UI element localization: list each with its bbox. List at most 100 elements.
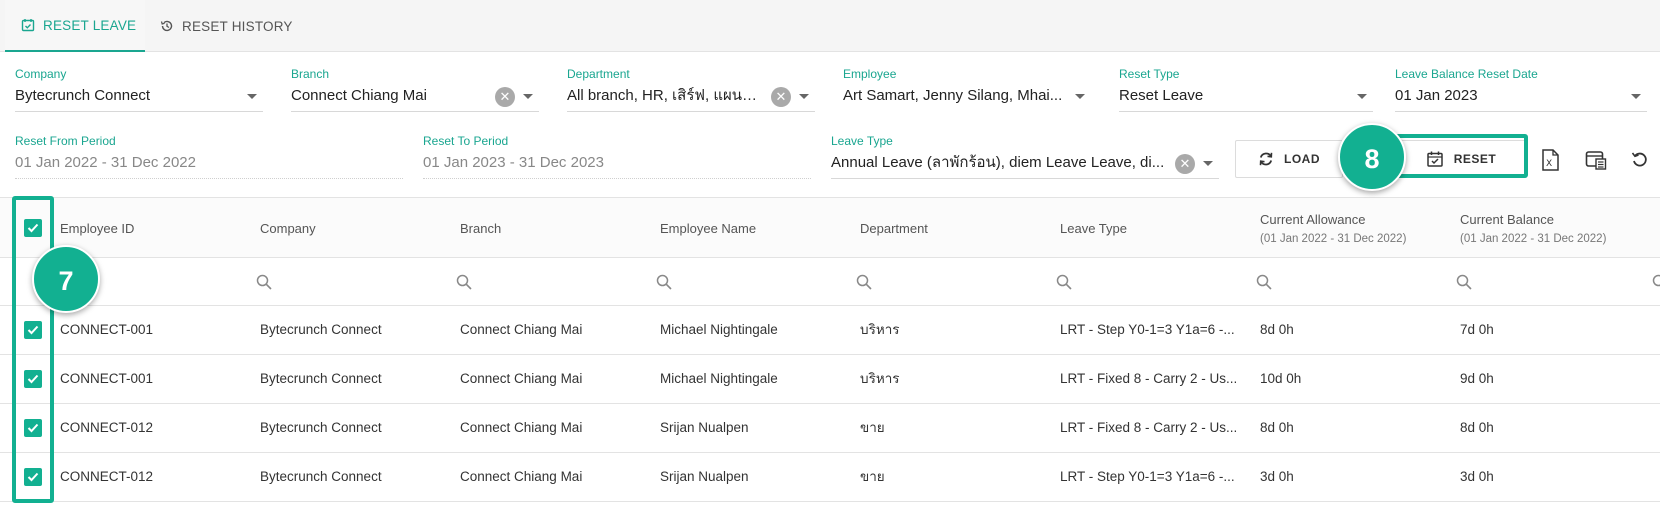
cell-leave-type: LRT - Step Y0-1=3 Y1a=6 -... [1060, 469, 1235, 484]
header-company[interactable]: Company [260, 198, 316, 258]
cell-current-allowance: 10d 0h [1260, 371, 1302, 386]
cell-employee-name: Michael Nightingale [660, 322, 778, 337]
tab-bar: RESET LEAVE RESET HISTORY [0, 0, 1660, 52]
load-button[interactable]: LOAD [1235, 140, 1343, 178]
clear-icon[interactable]: ✕ [1175, 154, 1195, 174]
cell-employee-name: Michael Nightingale [660, 371, 778, 386]
header-current-allowance[interactable]: Current Allowance (01 Jan 2022 - 31 Dec … [1260, 198, 1406, 258]
header-branch[interactable]: Branch [460, 198, 501, 258]
chevron-down-icon [1631, 94, 1641, 99]
chevron-down-icon [247, 94, 257, 99]
cell-employee-id: CONNECT-012 [60, 420, 154, 435]
table-row[interactable]: CONNECT-001 Bytecrunch Connect Connect C… [0, 306, 1660, 355]
company-select[interactable]: Company Bytecrunch Connect [15, 66, 263, 112]
reset-date-label: Leave Balance Reset Date [1395, 67, 1538, 81]
cell-department: ขาย [860, 469, 885, 484]
chevron-down-icon [523, 94, 533, 99]
header-current-allowance-period: (01 Jan 2022 - 31 Dec 2022) [1260, 232, 1407, 245]
cell-employee-id: CONNECT-001 [60, 371, 154, 386]
tab-reset-leave[interactable]: RESET LEAVE [5, 0, 145, 52]
cell-company: Bytecrunch Connect [260, 420, 382, 435]
header-current-allowance-label: Current Allowance [1260, 211, 1366, 227]
cell-leave-type: LRT - Fixed 8 - Carry 2 - Us... [1060, 371, 1238, 386]
callout-badge-8: 8 [1338, 123, 1406, 191]
callout-badge-7: 7 [32, 245, 100, 313]
cell-current-balance: 8d 0h [1460, 420, 1494, 435]
cell-current-allowance: 8d 0h [1260, 420, 1294, 435]
search-icon[interactable] [1652, 274, 1660, 290]
header-current-balance[interactable]: Current Balance (01 Jan 2022 - 31 Dec 20… [1460, 198, 1606, 258]
table-row[interactable]: CONNECT-012 Bytecrunch Connect Connect C… [0, 404, 1660, 453]
cell-department: บริหาร [860, 322, 900, 337]
cell-company: Bytecrunch Connect [260, 371, 382, 386]
header-department[interactable]: Department [860, 198, 928, 258]
employee-select[interactable]: Employee Art Samart, Jenny Silang, Mhai.… [843, 66, 1091, 112]
cell-employee-name: Srijan Nualpen [660, 420, 749, 435]
reset-from-period-value: 01 Jan 2022 - 31 Dec 2022 [15, 154, 196, 171]
search-icon[interactable] [256, 274, 272, 290]
cell-branch: Connect Chiang Mai [460, 322, 583, 337]
leave-type-select[interactable]: Leave Type Annual Leave (ลาพักร้อน), die… [831, 133, 1219, 179]
chevron-down-icon [1075, 94, 1085, 99]
reset-to-period-value: 01 Jan 2023 - 31 Dec 2023 [423, 154, 604, 171]
company-label: Company [15, 67, 67, 81]
leave-type-value: Annual Leave (ลาพักร้อน), diem Leave Lea… [831, 154, 1165, 171]
cell-department: ขาย [860, 420, 885, 435]
table-row[interactable]: CONNECT-012 Bytecrunch Connect Connect C… [0, 453, 1660, 502]
tab-reset-leave-label: RESET LEAVE [43, 17, 137, 33]
header-leave-type[interactable]: Leave Type [1060, 198, 1127, 258]
employee-label: Employee [843, 67, 897, 81]
cell-employee-name: Srijan Nualpen [660, 469, 749, 484]
search-icon[interactable] [656, 274, 672, 290]
chevron-down-icon [1203, 161, 1213, 166]
clear-icon[interactable]: ✕ [495, 87, 515, 107]
search-icon[interactable] [1456, 274, 1472, 290]
svg-text:X: X [1546, 159, 1552, 169]
header-current-balance-label: Current Balance [1460, 211, 1554, 227]
search-icon[interactable] [456, 274, 472, 290]
branch-label: Branch [291, 67, 330, 81]
reset-date-value: 01 Jan 2023 [1395, 87, 1478, 104]
tab-reset-history-label: RESET HISTORY [182, 18, 293, 34]
reset-from-period: Reset From Period 01 Jan 2022 - 31 Dec 2… [15, 133, 403, 179]
filter-row [0, 258, 1660, 306]
table-header: Employee ID Company Branch Employee Name… [0, 198, 1660, 258]
table-row[interactable]: CONNECT-001 Bytecrunch Connect Connect C… [0, 355, 1660, 404]
reset-type-select[interactable]: Reset Type Reset Leave [1119, 66, 1373, 112]
cell-current-allowance: 8d 0h [1260, 322, 1294, 337]
cell-branch: Connect Chiang Mai [460, 371, 583, 386]
cell-department: บริหาร [860, 371, 900, 386]
employee-value: Art Samart, Jenny Silang, Mhai... [843, 87, 1063, 104]
tab-reset-history[interactable]: RESET HISTORY [150, 0, 300, 52]
reset-to-period-label: Reset To Period [423, 134, 509, 148]
column-settings-icon[interactable] [1583, 147, 1609, 173]
chevron-down-icon [1357, 94, 1367, 99]
excel-export-icon[interactable]: X [1537, 147, 1563, 173]
header-employee-name[interactable]: Employee Name [660, 198, 756, 258]
reset-from-period-label: Reset From Period [15, 134, 116, 148]
refresh-icon[interactable] [1627, 147, 1653, 173]
department-label: Department [567, 67, 630, 81]
search-icon[interactable] [856, 274, 872, 290]
cell-employee-id: CONNECT-001 [60, 322, 154, 337]
branch-select[interactable]: Branch Connect Chiang Mai ✕ [291, 66, 539, 112]
employee-leave-table: Employee ID Company Branch Employee Name… [0, 197, 1660, 502]
cell-branch: Connect Chiang Mai [460, 420, 583, 435]
department-select[interactable]: Department All branch, HR, เสิร์ฟ, แผนกใ… [567, 66, 815, 112]
leave-type-label: Leave Type [831, 134, 893, 148]
cell-current-balance: 9d 0h [1460, 371, 1494, 386]
cell-leave-type: LRT - Fixed 8 - Carry 2 - Us... [1060, 420, 1238, 435]
cell-company: Bytecrunch Connect [260, 469, 382, 484]
refresh-icon [1259, 152, 1273, 166]
clear-icon[interactable]: ✕ [771, 87, 791, 107]
reset-date-picker[interactable]: Leave Balance Reset Date 01 Jan 2023 [1395, 66, 1647, 112]
search-icon[interactable] [1056, 274, 1072, 290]
header-current-balance-period: (01 Jan 2022 - 31 Dec 2022) [1460, 232, 1607, 245]
reset-type-label: Reset Type [1119, 67, 1180, 81]
cell-current-balance: 3d 0h [1460, 469, 1494, 484]
search-icon[interactable] [1256, 274, 1272, 290]
cell-company: Bytecrunch Connect [260, 322, 382, 337]
chevron-down-icon [799, 94, 809, 99]
reset-type-value: Reset Leave [1119, 87, 1204, 104]
reset-to-period: Reset To Period 01 Jan 2023 - 31 Dec 202… [423, 133, 811, 179]
